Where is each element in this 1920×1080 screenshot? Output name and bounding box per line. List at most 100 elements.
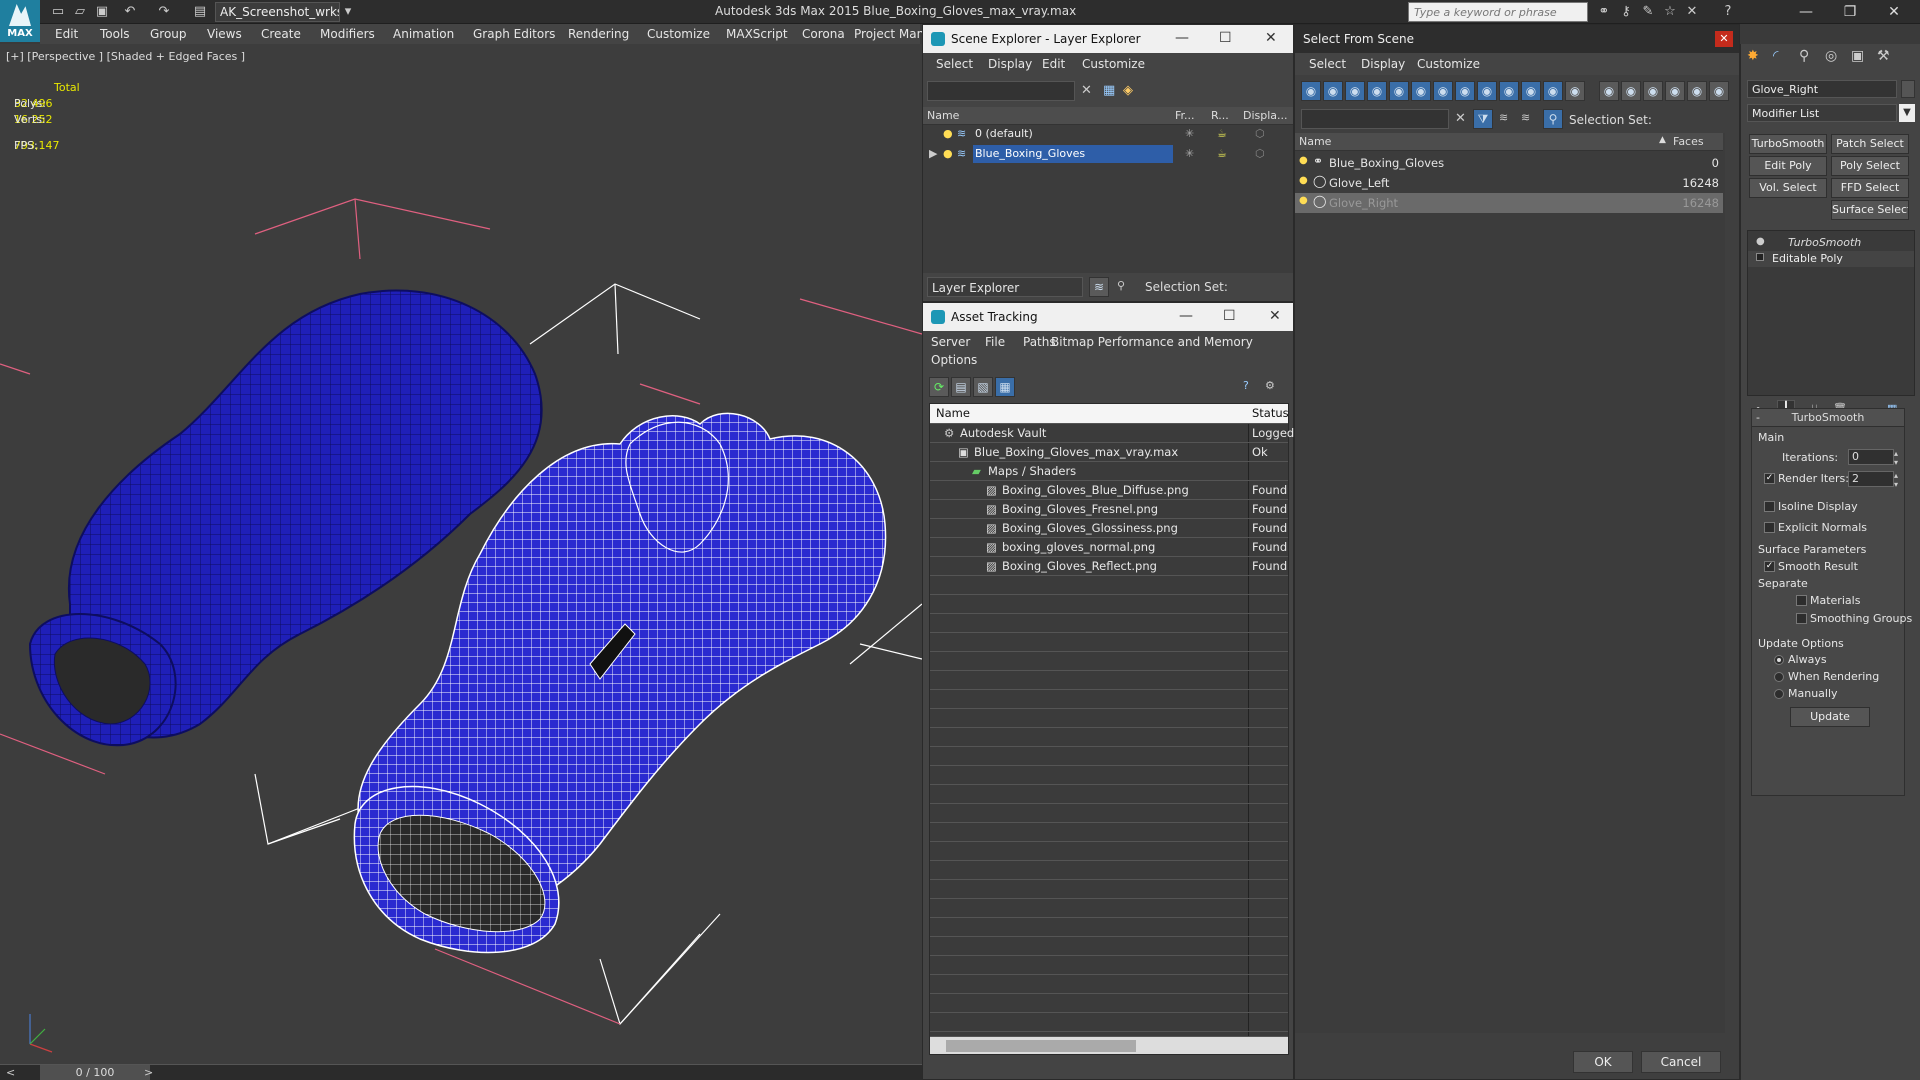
sfs-menu-select[interactable]: Select [1309, 57, 1346, 71]
close-icon[interactable]: ✕ [1715, 31, 1733, 47]
spinner-arrows-icon[interactable]: ▴ ▾ [1894, 471, 1898, 489]
menu-animation[interactable]: Animation [393, 27, 454, 41]
display-tab-icon[interactable]: ▣ [1851, 48, 1864, 64]
ok-button[interactable]: OK [1573, 1051, 1633, 1073]
redo-icon[interactable]: ↷ [156, 4, 172, 20]
subscription-icon[interactable]: ✎ [1640, 4, 1656, 20]
thumbnail-view-icon[interactable]: ▧ [973, 377, 993, 397]
maximize-icon[interactable]: ☐ [1223, 308, 1236, 324]
list-view-icon[interactable]: ▤ [951, 377, 971, 397]
at-menu-bitmap[interactable]: Bitmap Performance and Memory [1051, 335, 1253, 349]
isoline-display-checkbox[interactable] [1764, 501, 1775, 512]
hierarchy-tab-icon[interactable]: ⚲ [1799, 48, 1809, 64]
se-menu-edit[interactable]: Edit [1042, 57, 1065, 71]
always-radio[interactable] [1774, 655, 1784, 665]
filter-lights-icon[interactable]: ◉ [1345, 81, 1365, 101]
poly-select-button[interactable]: Poly Select [1831, 156, 1909, 176]
expand-box-icon[interactable] [1756, 253, 1764, 261]
filter-selection-icon[interactable]: ▦ [1103, 83, 1115, 98]
freeze-icon[interactable]: ✳ [1185, 147, 1194, 160]
expand-arrow-icon[interactable]: ▶ [929, 147, 937, 160]
grid-view-icon[interactable]: ▦ [995, 377, 1015, 397]
minimize-icon[interactable]: — [1179, 308, 1193, 324]
menu-rendering[interactable]: Rendering [568, 27, 629, 41]
save-icon[interactable]: ▣ [94, 4, 110, 20]
asset-row[interactable]: ▰ Maps / Shaders [930, 462, 1288, 481]
edit-poly-button[interactable]: Edit Poly [1749, 156, 1827, 176]
sfs-menu-display[interactable]: Display [1361, 57, 1405, 71]
project-folder-icon[interactable]: ▤ [192, 4, 208, 20]
materials-checkbox[interactable] [1796, 595, 1807, 606]
explicit-normals-checkbox[interactable] [1764, 522, 1775, 533]
lightbulb-icon[interactable]: ● [1299, 175, 1308, 186]
time-slider-handle[interactable]: 0 / 100 [40, 1065, 150, 1080]
scene-explorer-titlebar[interactable]: Scene Explorer - Layer Explorer — ☐ ✕ [923, 25, 1293, 53]
cancel-button[interactable]: Cancel [1641, 1051, 1721, 1073]
surface-select-button[interactable]: Surface Select [1831, 200, 1909, 220]
filter-bones-icon[interactable]: ◉ [1477, 81, 1497, 101]
spinner-arrows-icon[interactable]: ▴ ▾ [1894, 449, 1898, 467]
key-icon[interactable]: ⚷ [1618, 4, 1634, 20]
manually-radio[interactable] [1774, 689, 1784, 699]
perspective-viewport[interactable]: [+] [Perspective ] [Shaded + Edged Faces… [0, 44, 922, 1064]
asset-row[interactable]: ▣ Blue_Boxing_Gloves_max_vray.max Ok [930, 443, 1288, 462]
search-input[interactable]: Type a keyword or phrase [1408, 2, 1588, 22]
workspace-dropdown[interactable]: AK_Screenshot_wrksp [215, 2, 340, 22]
update-button[interactable]: Update [1790, 707, 1870, 727]
rollout-header[interactable]: - TurboSmooth [1752, 409, 1904, 427]
vol-select-button[interactable]: Vol. Select [1749, 178, 1827, 198]
filter-filter-options-icon[interactable]: ◉ [1665, 81, 1685, 101]
asset-row[interactable]: ⚙ Autodesk Vault Logged [930, 424, 1294, 443]
filter-geometry-icon[interactable]: ◉ [1301, 81, 1321, 101]
modify-tab-icon[interactable]: ◜ [1773, 48, 1778, 64]
clear-search-icon[interactable]: ✕ [1455, 111, 1466, 126]
render-teapot-icon[interactable]: ☕ [1217, 127, 1227, 140]
explorer-mode-dropdown[interactable]: Layer Explorer [927, 277, 1083, 297]
asset-row[interactable]: ▨ Boxing_Gloves_Fresnel.png Found [930, 500, 1288, 519]
filter-hidden-icon[interactable]: ◉ [1565, 81, 1585, 101]
layer-row[interactable]: ● ≋ 0 (default) ✳ ☕ ⬡ [923, 125, 1295, 145]
menu-modifiers[interactable]: Modifiers [320, 27, 375, 41]
object-row[interactable]: ● ◯ Glove_Left 16248 [1295, 173, 1723, 193]
next-frame-icon[interactable]: > [144, 1066, 153, 1079]
close-icon[interactable]: ✕ [1874, 2, 1914, 22]
time-slider[interactable]: < 0 / 100 > [0, 1064, 922, 1080]
display-box-icon[interactable]: ⬡ [1255, 147, 1265, 160]
sfs-titlebar[interactable]: Select From Scene ✕ [1295, 25, 1739, 53]
filter-columns-icon[interactable]: ◉ [1709, 81, 1729, 101]
menu-group[interactable]: Group [150, 27, 187, 41]
render-iters-checkbox[interactable]: ✓ [1764, 473, 1775, 484]
filter-frozen-icon[interactable]: ◉ [1543, 81, 1563, 101]
filter-helpers-icon[interactable]: ◉ [1389, 81, 1409, 101]
freeze-icon[interactable]: ✳ [1185, 127, 1194, 140]
filter-xrefs-icon[interactable]: ◉ [1455, 81, 1475, 101]
binoculars-icon[interactable]: ⚭ [1596, 4, 1612, 20]
when-rendering-radio[interactable] [1774, 672, 1784, 682]
stack-item-turbosmooth[interactable]: ● TurboSmooth [1748, 235, 1914, 251]
horizontal-scrollbar[interactable] [930, 1036, 1288, 1054]
render-teapot-icon[interactable]: ☕ [1217, 147, 1227, 160]
selection-sets-icon[interactable]: ≋ [1499, 111, 1508, 124]
star-icon[interactable]: ☆ [1662, 4, 1678, 20]
clear-search-icon[interactable]: ✕ [1081, 83, 1092, 98]
render-iters-spinner[interactable]: 2 [1848, 471, 1894, 487]
scene-explorer-find-input[interactable] [927, 81, 1075, 101]
sfs-find-input[interactable] [1301, 109, 1449, 129]
undo-icon[interactable]: ↶ [122, 4, 138, 20]
object-row[interactable]: ● ⚭ Blue_Boxing_Gloves 0 [1295, 153, 1723, 173]
filter-cameras-icon[interactable]: ◉ [1367, 81, 1387, 101]
se-col-name[interactable]: Name [927, 109, 959, 122]
chevron-down-icon[interactable]: ▼ [1899, 104, 1915, 122]
minimize-icon[interactable]: — [1786, 2, 1826, 22]
filter-groups-icon[interactable]: ◉ [1433, 81, 1453, 101]
modifier-list-dropdown[interactable]: Modifier List [1747, 104, 1897, 122]
smooth-result-checkbox[interactable]: ✓ [1764, 561, 1775, 572]
asset-row[interactable]: ▨ boxing_gloves_normal.png Found [930, 538, 1288, 557]
utilities-tab-icon[interactable]: ⚒ [1877, 48, 1890, 64]
menu-corona[interactable]: Corona [802, 27, 845, 41]
chevron-down-icon[interactable]: ▾ [340, 4, 356, 20]
asset-tracking-titlebar[interactable]: Asset Tracking — ☐ ✕ [923, 303, 1293, 331]
filter-sort-icon[interactable]: ◉ [1687, 81, 1707, 101]
motion-tab-icon[interactable]: ◎ [1825, 48, 1837, 64]
se-col-display[interactable]: Displa... [1243, 109, 1288, 122]
